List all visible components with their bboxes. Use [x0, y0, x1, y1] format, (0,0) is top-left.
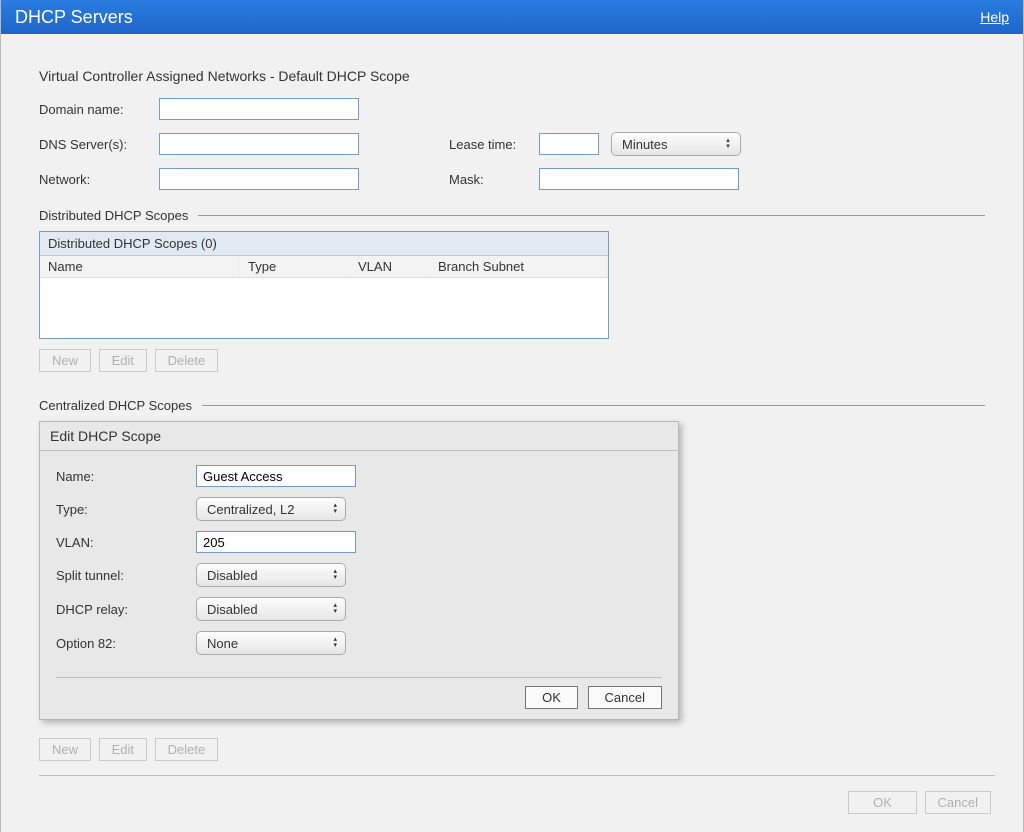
chevron-updown-icon [333, 569, 337, 581]
dns-servers-label: DNS Server(s): [39, 137, 159, 152]
dhcp-relay-value: Disabled [207, 602, 258, 617]
page-title: DHCP Servers [15, 7, 133, 28]
col-name: Name [40, 256, 240, 277]
chevron-updown-icon [333, 603, 337, 615]
dhcp-servers-window: DHCP Servers Help Virtual Controller Ass… [0, 0, 1024, 832]
dns-servers-input[interactable] [159, 133, 359, 155]
footer-buttons: OK Cancel [848, 791, 995, 814]
centralized-new-button[interactable]: New [39, 738, 91, 761]
split-tunnel-select[interactable]: Disabled [196, 563, 346, 587]
distributed-table-title: Distributed DHCP Scopes (0) [40, 232, 608, 256]
lease-time-label: Lease time: [449, 137, 539, 152]
split-tunnel-label: Split tunnel: [56, 568, 196, 583]
centralized-edit-button[interactable]: Edit [99, 738, 147, 761]
network-input[interactable] [159, 168, 359, 190]
distributed-legend: Distributed DHCP Scopes [39, 208, 985, 223]
edit-scope-dialog: Edit DHCP Scope Name: Type: Centralized,… [39, 421, 679, 720]
distributed-table: Distributed DHCP Scopes (0) Name Type VL… [39, 231, 609, 339]
dialog-divider [56, 677, 662, 678]
option82-label: Option 82: [56, 636, 196, 651]
titlebar: DHCP Servers Help [1, 0, 1023, 34]
dhcp-relay-label: DHCP relay: [56, 602, 196, 617]
mask-label: Mask: [449, 172, 539, 187]
distributed-table-body [40, 278, 608, 338]
footer-divider [39, 775, 995, 776]
centralized-legend: Centralized DHCP Scopes [39, 398, 985, 413]
domain-name-input[interactable] [159, 98, 359, 120]
scope-vlan-input[interactable] [196, 531, 356, 553]
col-branch-subnet: Branch Subnet [430, 256, 608, 277]
scope-vlan-label: VLAN: [56, 535, 196, 550]
scope-type-label: Type: [56, 502, 196, 517]
distributed-edit-button[interactable]: Edit [99, 349, 147, 372]
centralized-buttons: New Edit Delete [39, 738, 985, 761]
col-type: Type [240, 256, 350, 277]
centralized-delete-button[interactable]: Delete [155, 738, 219, 761]
domain-name-label: Domain name: [39, 102, 159, 117]
chevron-updown-icon [333, 503, 337, 515]
page-cancel-button[interactable]: Cancel [925, 791, 991, 814]
split-tunnel-value: Disabled [207, 568, 258, 583]
lease-time-input[interactable] [539, 133, 599, 155]
col-vlan: VLAN [350, 256, 430, 277]
dialog-title: Edit DHCP Scope [40, 422, 678, 451]
lease-unit-value: Minutes [622, 137, 668, 152]
chevron-updown-icon [724, 138, 732, 150]
dhcp-relay-select[interactable]: Disabled [196, 597, 346, 621]
option82-select[interactable]: None [196, 631, 346, 655]
distributed-new-button[interactable]: New [39, 349, 91, 372]
mask-input[interactable] [539, 168, 739, 190]
dialog-cancel-button[interactable]: Cancel [588, 686, 662, 709]
distributed-buttons: New Edit Delete [39, 349, 985, 372]
vcan-section-title: Virtual Controller Assigned Networks - D… [39, 68, 985, 84]
network-label: Network: [39, 172, 159, 187]
scope-name-input[interactable] [196, 465, 356, 487]
option82-value: None [207, 636, 238, 651]
dialog-ok-button[interactable]: OK [525, 686, 578, 709]
page-ok-button[interactable]: OK [848, 791, 917, 814]
chevron-updown-icon [333, 637, 337, 649]
scope-name-label: Name: [56, 469, 196, 484]
lease-unit-select[interactable]: Minutes [611, 132, 741, 156]
distributed-delete-button[interactable]: Delete [155, 349, 219, 372]
scope-type-select[interactable]: Centralized, L2 [196, 497, 346, 521]
distributed-table-header: Name Type VLAN Branch Subnet [40, 256, 608, 278]
help-link[interactable]: Help [980, 9, 1009, 25]
scope-type-value: Centralized, L2 [207, 502, 294, 517]
